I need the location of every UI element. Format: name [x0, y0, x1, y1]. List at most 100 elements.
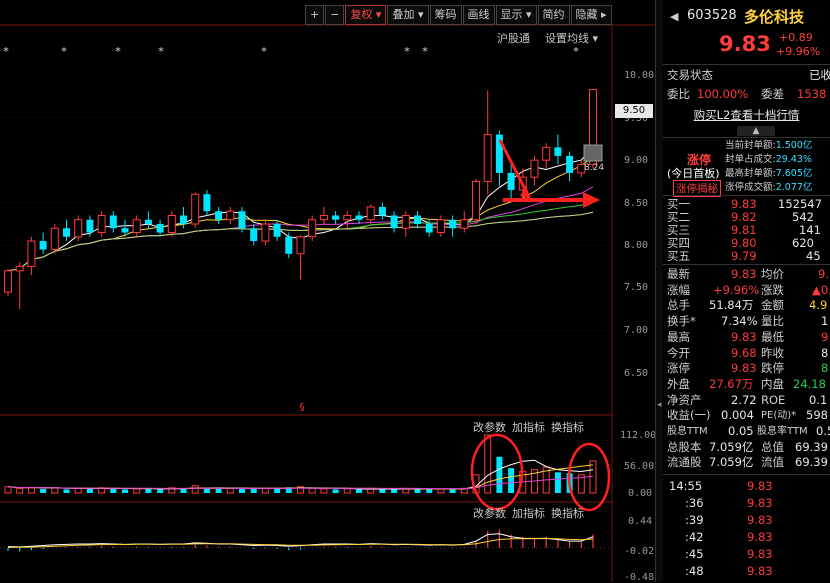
candle-body	[27, 240, 36, 268]
vol-switch-indicator-link[interactable]: 换指标	[551, 419, 584, 435]
trade-status-row: 交易状态 已收	[667, 68, 830, 82]
vol-add-indicator-link[interactable]: 加指标	[512, 419, 545, 435]
collapse-up-icon[interactable]: ▲	[737, 126, 775, 136]
l2-quote-link[interactable]: 购买L2查看十档行情	[663, 107, 830, 124]
volume-bar	[414, 488, 421, 493]
stat-row: 收益(一) 0.004 PE(动)* 598	[667, 408, 828, 423]
volume-bar	[4, 486, 12, 494]
candle-body	[390, 215, 398, 229]
stat-row: 流通股 7.059亿 流值 69.39	[667, 455, 828, 470]
volume-bar	[74, 487, 82, 494]
kline-chart-area[interactable]: * * * * * * * * § + − 复权 ▾ 叠加 ▾ 筹码 画线 显示 ▾ 简约 隐藏…	[0, 0, 657, 583]
macd-add-indicator-link[interactable]: 加指标	[512, 505, 545, 521]
event-star-marker: *	[3, 45, 9, 58]
collapse-arrow-icon[interactable]: ◂	[657, 400, 662, 410]
stat-row: 股息TTM0.05股息率TTM0.5	[667, 424, 830, 438]
volume-bar	[320, 488, 328, 494]
volume-bar	[157, 489, 164, 493]
stat-row: 今开 9.68 昨收 8	[667, 345, 829, 360]
bid-row: 买五 9.79 45	[667, 249, 821, 263]
volume-tick: 112.00	[620, 430, 657, 441]
tick-row: 14:55 9.83	[669, 479, 773, 493]
volume-bar	[508, 468, 515, 493]
quote-panel: ◀ 603528 多伦科技 9.83 +0.89 +9.96% 交易状态 已收 …	[663, 0, 830, 582]
volume-bar	[63, 489, 70, 493]
volume-bar	[554, 472, 561, 493]
price-tick: 9.00	[624, 155, 649, 166]
price-tick: 6.50	[624, 368, 649, 379]
candle-body	[401, 214, 410, 229]
volume-bar	[16, 487, 24, 494]
adjust-button[interactable]: 复权 ▾	[345, 5, 387, 25]
macd-switch-indicator-link[interactable]: 换指标	[551, 505, 584, 521]
stat-row: 净资产 2.72 ROE 0.1	[667, 392, 828, 407]
candle-body	[50, 227, 59, 251]
candle-body	[226, 210, 235, 221]
candle-body	[355, 215, 363, 220]
ma-settings-link[interactable]: 设置均线 ▾	[545, 30, 598, 46]
volume-bar	[203, 488, 210, 493]
volume-bar	[51, 487, 59, 494]
candle-body	[530, 159, 539, 178]
stat-row: 换手* 7.34% 量比 1	[667, 314, 829, 329]
zoom-out-button[interactable]: −	[325, 5, 345, 25]
volume-bar	[86, 488, 93, 493]
hk-connect-link[interactable]: 沪股通	[497, 30, 530, 46]
macd-edit-params-link[interactable]: 改参数	[473, 505, 506, 521]
volume-bar	[40, 488, 47, 493]
candle-body	[132, 219, 141, 234]
overlay-button[interactable]: 叠加 ▾	[387, 5, 429, 25]
volume-bar	[261, 487, 269, 494]
candle-body	[332, 215, 340, 220]
last-price: 9.83	[719, 32, 771, 56]
volume-ma5-line	[7, 459, 594, 490]
volume-bar	[274, 488, 281, 493]
candle-body	[308, 219, 317, 238]
price-change: +0.89	[779, 31, 813, 44]
draw-line-button[interactable]: 画线	[462, 5, 495, 25]
candle-body	[109, 215, 117, 229]
chips-button[interactable]: 筹码	[429, 5, 462, 25]
display-button[interactable]: 显示 ▾	[495, 5, 537, 25]
current-price-tag: 9.50	[615, 104, 653, 118]
simple-button[interactable]: 简约	[537, 5, 570, 25]
candle-body	[203, 194, 211, 212]
stat-row: 最高 9.83 最低 9	[667, 329, 829, 344]
macd-tick: -0.02	[624, 546, 655, 557]
volume-bar	[110, 488, 117, 493]
dividend-marker: §	[300, 402, 305, 413]
chart-toolbar: + − 复权 ▾ 叠加 ▾ 筹码 画线 显示 ▾ 简约 隐藏 ▸	[305, 5, 613, 25]
volume-bar	[391, 489, 398, 493]
price-tick: 8.50	[624, 198, 649, 209]
volume-bar	[180, 488, 187, 493]
volume-bar	[343, 488, 351, 494]
price-tick: 10.00	[624, 70, 655, 81]
hide-button[interactable]: 隐藏 ▸	[570, 5, 612, 25]
volume-bar	[133, 488, 141, 494]
volume-bar	[215, 488, 222, 493]
event-star-marker: *	[158, 45, 164, 58]
event-star-marker: *	[404, 45, 410, 58]
volume-bar	[484, 434, 492, 494]
candle-body	[97, 214, 106, 234]
zoom-in-button[interactable]: +	[305, 5, 325, 25]
prev-stock-icon[interactable]: ◀	[670, 10, 678, 23]
macd-tick: -0.48	[624, 572, 655, 583]
candle-body	[215, 211, 223, 220]
volume-bar	[496, 456, 503, 493]
candle-body	[261, 223, 270, 242]
volume-bar	[122, 489, 128, 493]
candle-body	[74, 219, 83, 238]
candle-body	[319, 214, 328, 221]
candle-body	[507, 172, 515, 190]
candle-body	[191, 193, 200, 225]
candle-body	[144, 219, 152, 224]
stat-row: 涨幅 +9.96% 涨跌 ▲0.	[667, 282, 830, 297]
candle-body	[414, 215, 421, 224]
kline-chart-canvas[interactable]: * * * * * * * * §	[0, 0, 655, 582]
limit-stats: 当前封单额:1.500亿 封单占成交:29.43% 最高封单额:7.605亿 涨…	[725, 140, 813, 193]
volume-tick: 56.00	[624, 461, 655, 472]
vol-edit-params-link[interactable]: 改参数	[473, 419, 506, 435]
candle-body	[472, 180, 480, 221]
candle-body	[167, 214, 176, 234]
